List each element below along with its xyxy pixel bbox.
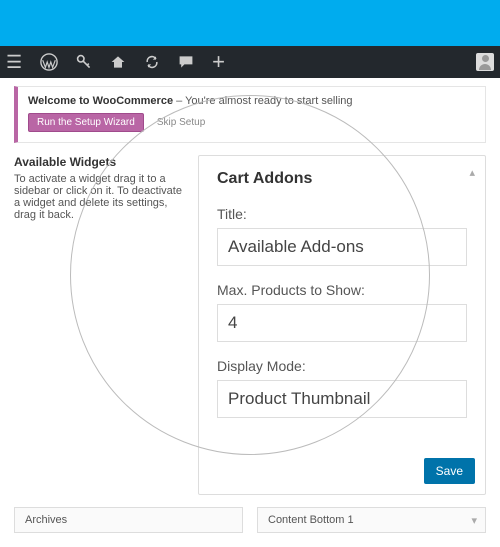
hamburger-menu-icon[interactable]: ☰ — [6, 52, 22, 73]
display-mode-label: Display Mode: — [217, 358, 467, 374]
available-widgets-title: Available Widgets — [14, 155, 184, 169]
comment-icon[interactable] — [178, 54, 194, 70]
skip-setup-link[interactable]: Skip Setup — [157, 117, 205, 128]
new-plus-icon[interactable]: + — [212, 49, 225, 75]
user-avatar-icon[interactable] — [476, 53, 494, 71]
cart-addons-widget: ▴ Cart Addons Title: Max. Products to Sh… — [198, 155, 486, 495]
content-bottom-area[interactable]: Content Bottom 1 ▾ — [257, 507, 486, 533]
welcome-rest: – You're almost ready to start selling — [173, 95, 352, 107]
available-widgets-sidebar: Available Widgets To activate a widget d… — [14, 155, 184, 495]
title-input[interactable] — [217, 228, 467, 266]
max-products-label: Max. Products to Show: — [217, 282, 467, 298]
caret-down-icon: ▾ — [471, 514, 477, 527]
run-setup-wizard-button[interactable]: Run the Setup Wizard — [28, 113, 144, 132]
home-icon[interactable] — [110, 54, 126, 70]
wordpress-logo-icon[interactable] — [40, 53, 58, 71]
display-mode-input[interactable] — [217, 380, 467, 418]
welcome-notice: Welcome to WooCommerce – You're almost r… — [14, 86, 486, 143]
widget-title: Cart Addons — [217, 170, 467, 188]
title-label: Title: — [217, 206, 467, 222]
wp-admin-bar: ☰ + — [0, 46, 500, 78]
available-widgets-help: To activate a widget drag it to a sideba… — [14, 173, 184, 221]
refresh-icon[interactable] — [144, 54, 160, 70]
archives-label: Archives — [25, 514, 67, 526]
key-icon[interactable] — [76, 54, 92, 70]
max-products-input[interactable] — [217, 304, 467, 342]
collapse-toggle-icon[interactable]: ▴ — [469, 166, 475, 179]
archives-area[interactable]: Archives — [14, 507, 243, 533]
save-button[interactable]: Save — [424, 458, 475, 484]
top-header-bar — [0, 0, 500, 46]
content-bottom-label: Content Bottom 1 — [268, 514, 354, 526]
welcome-bold: Welcome to WooCommerce — [28, 95, 173, 107]
